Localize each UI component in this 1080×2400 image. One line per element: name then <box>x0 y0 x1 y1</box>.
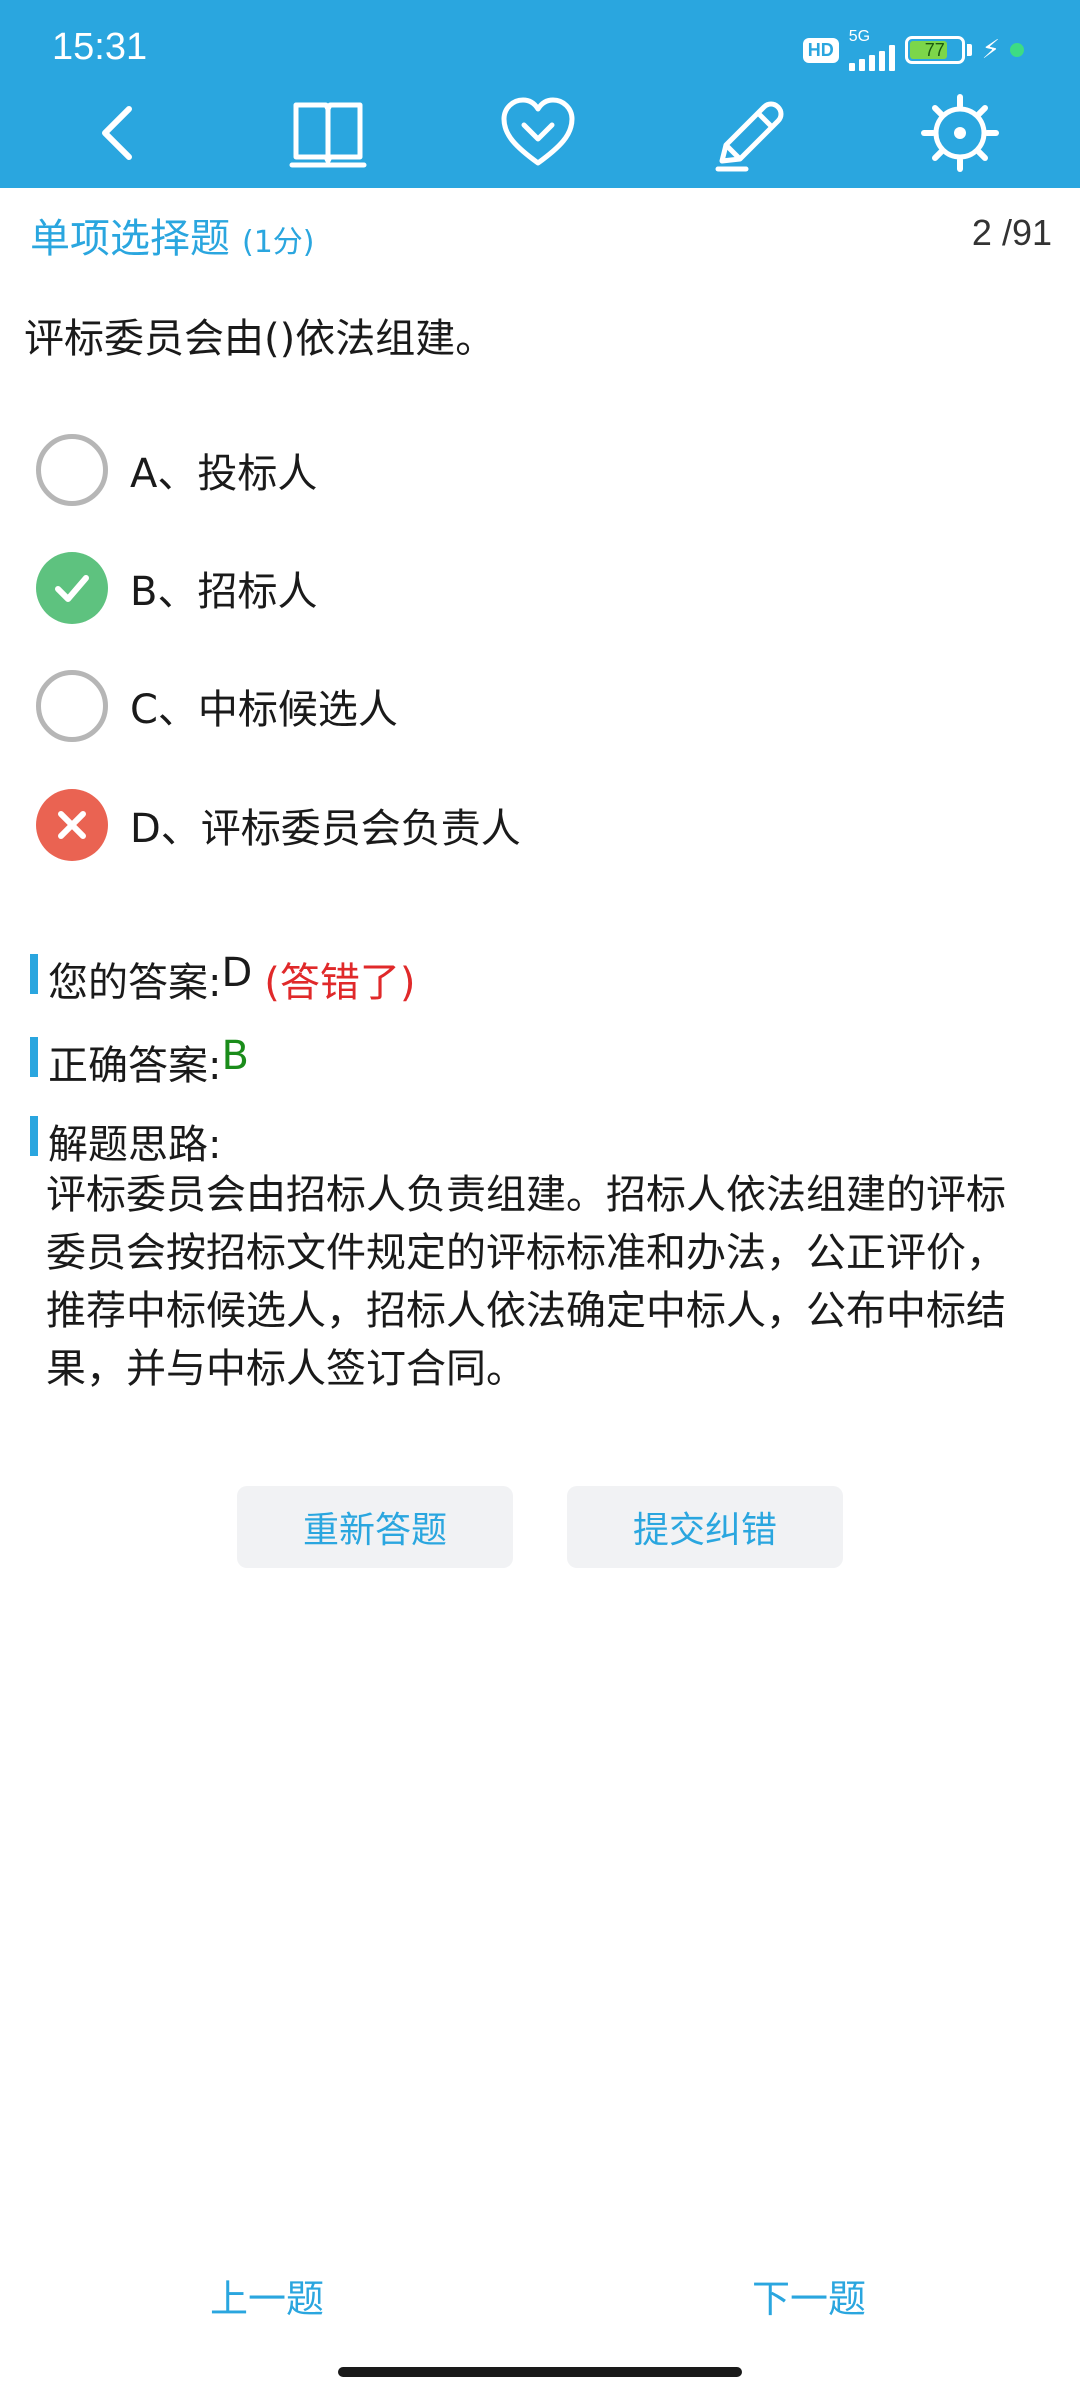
app-header: 15:31 HD 5G 77 ⚡ <box>0 0 1080 188</box>
check-icon <box>36 552 108 624</box>
retry-button[interactable]: 重新答题 <box>237 1486 513 1568</box>
book-icon[interactable] <box>283 88 373 178</box>
your-answer-label: 您的答案: <box>48 960 222 1006</box>
gesture-bar[interactable] <box>338 2367 742 2377</box>
correct-answer-value: B <box>221 1033 249 1079</box>
explanation-text: 评标委员会由招标人负责组建。招标人依法组建的评标委员会按招标文件规定的评标标准和… <box>46 1172 1006 1392</box>
network-type: 5G <box>848 28 871 45</box>
correct-answer-row: 正确答案: B <box>30 1033 249 1091</box>
battery-icon: 77 <box>904 36 965 64</box>
status-icons: HD 5G 77 ⚡ <box>802 28 1024 71</box>
radio-empty-icon <box>36 670 108 742</box>
charging-icon: ⚡ <box>981 35 1000 65</box>
correct-answer-label: 正确答案: <box>48 1043 222 1089</box>
option-label: D、评标委员会负责人 <box>130 806 521 852</box>
report-error-button[interactable]: 提交纠错 <box>567 1486 843 1568</box>
explanation-header: 解题思路: <box>30 1112 221 1170</box>
your-answer-value: D <box>221 950 253 996</box>
option-label: A、投标人 <box>130 451 318 497</box>
prev-question-button[interactable]: 上一题 <box>210 2268 324 2323</box>
wrong-note: (答错了) <box>264 960 416 1006</box>
status-time: 15:31 <box>52 26 148 68</box>
question-progress: 2 /91 <box>971 212 1052 253</box>
question-type-label: 单项选择题 <box>30 216 230 262</box>
signal-icon: 5G <box>848 28 895 71</box>
privacy-dot-icon <box>1010 43 1024 57</box>
option-label: C、中标候选人 <box>130 687 398 733</box>
back-icon[interactable] <box>74 88 164 178</box>
settings-icon[interactable] <box>915 88 1005 178</box>
option-d[interactable]: D、评标委员会负责人 <box>36 787 521 863</box>
option-label: B、招标人 <box>130 569 318 615</box>
next-question-button[interactable]: 下一题 <box>752 2268 866 2323</box>
question-score: (1分) <box>242 225 315 260</box>
question-type: 单项选择题 (1分) <box>30 206 315 264</box>
cross-icon <box>36 789 108 861</box>
option-b[interactable]: B、招标人 <box>36 550 317 626</box>
explanation-label: 解题思路: <box>48 1122 222 1168</box>
your-answer-row: 您的答案: D (答错了) <box>30 950 416 1008</box>
radio-empty-icon <box>36 434 108 506</box>
option-a[interactable]: A、投标人 <box>36 432 317 508</box>
option-c[interactable]: C、中标候选人 <box>36 668 398 744</box>
pencil-icon[interactable] <box>703 88 793 178</box>
heart-icon[interactable] <box>493 88 583 178</box>
battery-level: 77 <box>924 40 945 60</box>
question-text: 评标委员会由()依法组建。 <box>24 316 496 362</box>
hd-badge: HD <box>802 37 839 63</box>
